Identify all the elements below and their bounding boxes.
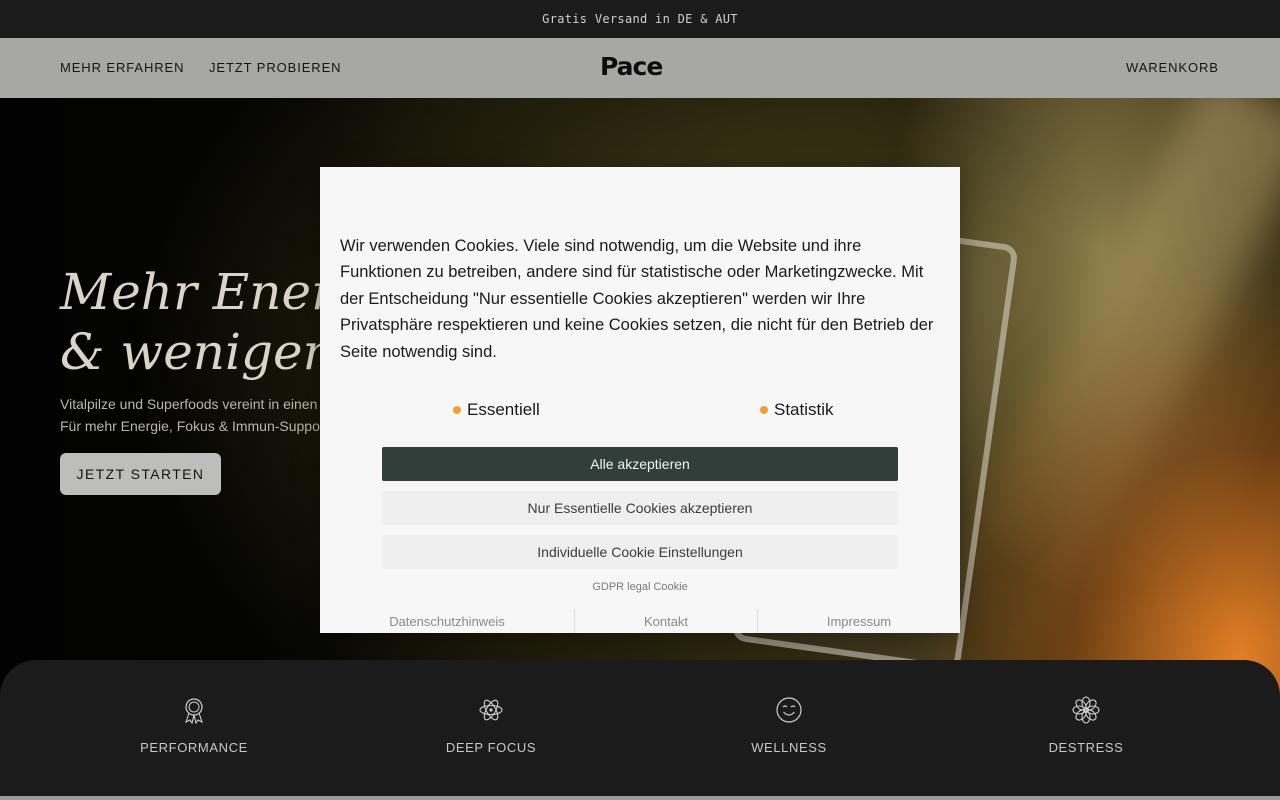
bottom-strip xyxy=(0,796,1280,800)
atom-icon xyxy=(479,699,503,721)
feature-wellness[interactable]: WELLNESS xyxy=(689,696,889,755)
award-ribbon-icon xyxy=(185,698,203,724)
cookie-consent-text: Wir verwenden Cookies. Viele sind notwen… xyxy=(340,237,934,361)
flower-icon xyxy=(1072,696,1100,724)
hero-subtitle: Vitalpilze und Superfoods vereint in ein… xyxy=(60,393,320,437)
feature-deep-focus[interactable]: DEEP FOCUS xyxy=(391,696,591,755)
individual-settings-button[interactable]: Individuelle Cookie Einstellungen xyxy=(382,535,898,569)
nav-link-jetzt-probieren[interactable]: JETZT PROBIEREN xyxy=(209,60,341,75)
gdpr-label[interactable]: GDPR legal Cookie xyxy=(320,581,960,593)
brand-logo[interactable]: Pace xyxy=(600,52,663,81)
imprint-link[interactable]: Impressum xyxy=(758,609,960,633)
cookie-consent-modal: Wir verwenden Cookies. Viele sind notwen… xyxy=(320,167,960,633)
header-nav: MEHR ERFAHREN JETZT PROBIEREN Pace WAREN… xyxy=(0,38,1280,98)
cookie-category-label: Essentiell xyxy=(467,400,540,419)
feature-label: DESTRESS xyxy=(1048,740,1124,755)
contact-link[interactable]: Kontakt xyxy=(575,609,757,633)
feature-label: PERFORMANCE xyxy=(140,740,248,755)
accept-all-button[interactable]: Alle akzeptieren xyxy=(382,447,898,481)
cookie-category-essentiell[interactable]: Essentiell xyxy=(453,400,540,420)
hero-subtitle-line-2: Für mehr Energie, Fokus & Immun-Suppo xyxy=(60,418,320,434)
hero-cta-button[interactable]: JETZT STARTEN xyxy=(60,453,221,495)
announcement-bar: Gratis Versand in DE & AUT xyxy=(0,0,1280,38)
cookie-category-statistik[interactable]: Statistik xyxy=(760,400,834,420)
features-bar: PERFORMANCE DEEP FOCUS WELLNESS DESTRESS xyxy=(0,660,1280,796)
feature-performance[interactable]: PERFORMANCE xyxy=(94,696,294,755)
nav-link-mehr-erfahren[interactable]: MEHR ERFAHREN xyxy=(60,60,184,75)
cookie-category-label: Statistik xyxy=(774,400,834,419)
feature-label: DEEP FOCUS xyxy=(445,740,537,755)
accept-essential-button[interactable]: Nur Essentielle Cookies akzeptieren xyxy=(382,491,898,525)
smiley-face-icon xyxy=(776,697,802,723)
cookie-modal-footer: Datenschutzhinweis Kontakt Impressum xyxy=(320,609,960,633)
privacy-link[interactable]: Datenschutzhinweis xyxy=(320,609,574,633)
feature-label: WELLNESS xyxy=(751,740,827,755)
cart-link[interactable]: WARENKORB xyxy=(1126,60,1219,75)
status-dot-icon xyxy=(760,406,768,414)
announcement-text: Gratis Versand in DE & AUT xyxy=(542,12,738,26)
hero-subtitle-line-1: Vitalpilze und Superfoods vereint in ein… xyxy=(60,396,318,412)
feature-destress[interactable]: DESTRESS xyxy=(986,696,1186,755)
status-dot-icon xyxy=(453,406,461,414)
